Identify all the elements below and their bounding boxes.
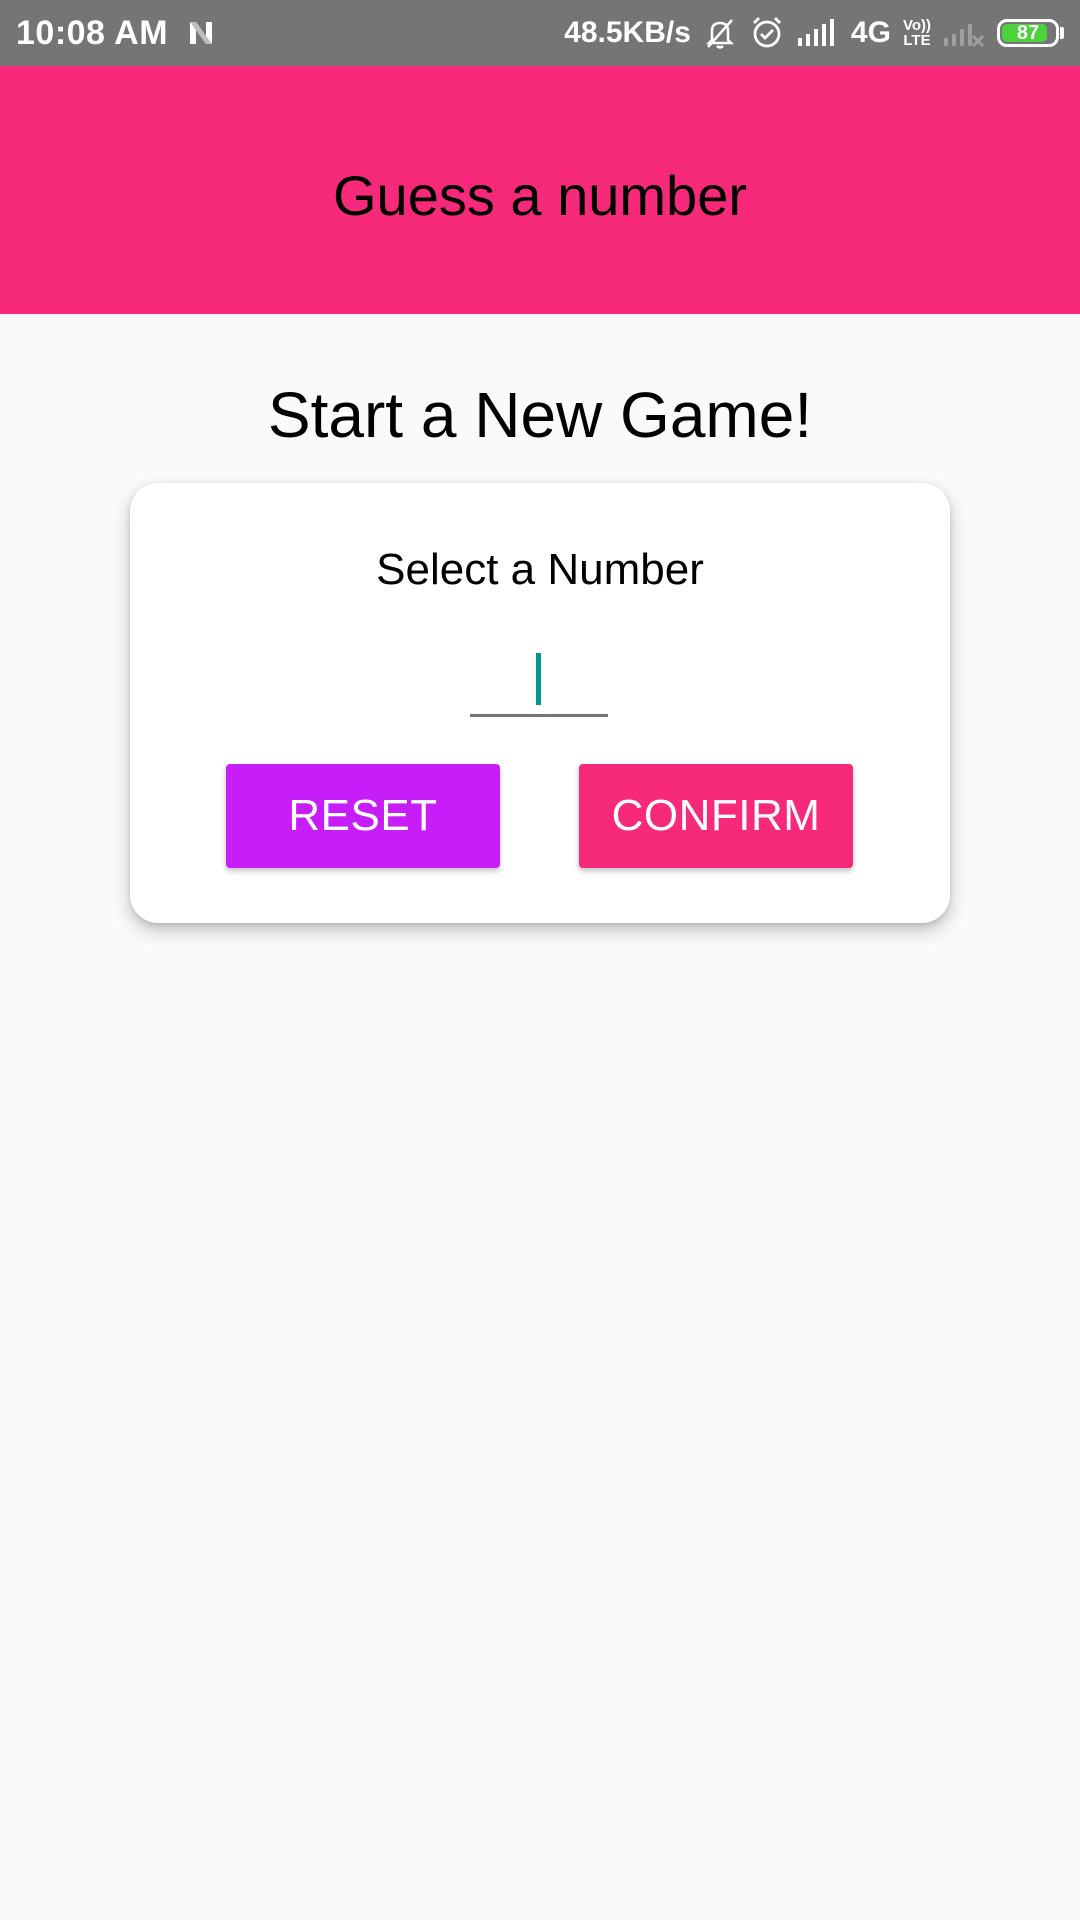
status-bar: 10:08 AM 48.5KB/s 4G Vo)) LTE 87 bbox=[0, 0, 1080, 66]
network-type: 4G bbox=[850, 16, 891, 49]
signal-empty-icon bbox=[943, 18, 985, 48]
bell-muted-icon bbox=[703, 16, 737, 50]
battery-icon: 87 bbox=[997, 19, 1064, 47]
alarm-icon bbox=[749, 15, 785, 51]
battery-level-text: 87 bbox=[1016, 21, 1040, 44]
number-input-card: Select a Number RESET CONFIRM bbox=[130, 483, 950, 923]
app-title: Guess a number bbox=[333, 163, 747, 227]
reset-button[interactable]: RESET bbox=[226, 764, 500, 868]
status-time: 10:08 AM bbox=[16, 13, 169, 52]
confirm-button[interactable]: CONFIRM bbox=[579, 764, 853, 868]
signal-icon bbox=[797, 18, 839, 48]
screen-title: Start a New Game! bbox=[267, 379, 813, 451]
n-notification-icon bbox=[186, 18, 216, 48]
number-input[interactable] bbox=[470, 643, 608, 717]
app-bar: Guess a number bbox=[0, 66, 1080, 314]
text-cursor bbox=[536, 653, 541, 705]
card-label: Select a Number bbox=[376, 545, 704, 594]
volte-icon: Vo)) LTE bbox=[902, 17, 931, 49]
network-speed: 48.5KB/s bbox=[564, 16, 691, 49]
